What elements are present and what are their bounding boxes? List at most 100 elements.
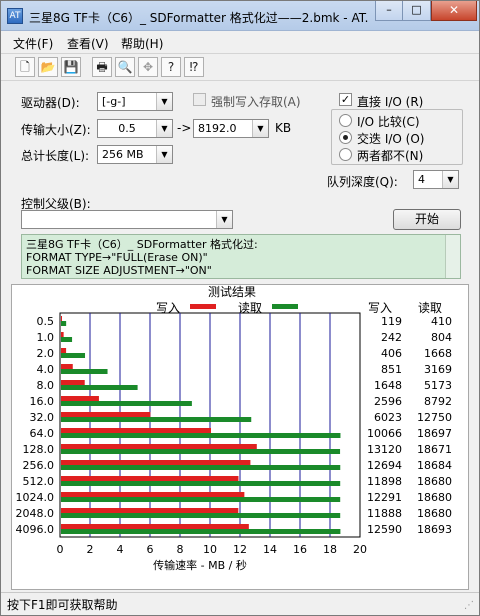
toolbar: 🗋 📂 💾 🖶 🔍 ✥ ? ⁉ bbox=[1, 53, 479, 81]
new-file-icon[interactable]: 🗋 bbox=[15, 57, 35, 77]
read-bar bbox=[61, 497, 341, 502]
category-label: 4.0 bbox=[37, 363, 55, 376]
x-tick-label: 0 bbox=[57, 543, 64, 556]
start-button[interactable]: 开始 bbox=[393, 209, 461, 230]
category-label: 2048.0 bbox=[16, 507, 55, 520]
chevron-down-icon[interactable]: ▼ bbox=[156, 120, 172, 137]
results-panel: 测试结果 写入 读取 写入 读取 0 2 4 6 8 10 12 14 16 18 20 传输速率 - MB /… bbox=[11, 284, 469, 590]
neither-label: 两者都不(N) bbox=[357, 149, 424, 163]
write-bar bbox=[61, 348, 67, 353]
write-bar bbox=[61, 332, 64, 337]
x-tick-label: 10 bbox=[203, 543, 217, 556]
title-bar[interactable]: AT 三星8G TF卡（C6）_ SDFormatter 格式化过——2.bmk… bbox=[1, 1, 479, 31]
category-label: 8.0 bbox=[37, 379, 55, 392]
menu-file[interactable]: 文件(F) bbox=[13, 35, 53, 52]
chevron-down-icon[interactable]: ▼ bbox=[252, 120, 268, 137]
total-length-label: 总计长度(L): bbox=[21, 149, 90, 163]
write-bar bbox=[61, 492, 245, 497]
transfer-from-value: 0.5 bbox=[118, 122, 136, 135]
read-value-label: 804 bbox=[431, 331, 452, 344]
direct-io-label: 直接 I/O (R) bbox=[357, 95, 424, 109]
read-value-label: 18697 bbox=[417, 427, 452, 440]
description-line: FORMAT TYPE→"FULL(Erase ON)" bbox=[26, 251, 208, 264]
col-header-read: 读取 bbox=[418, 301, 442, 315]
read-bar bbox=[61, 465, 341, 470]
description-scrollbar[interactable] bbox=[445, 235, 460, 278]
total-length-value: 256 MB bbox=[102, 148, 144, 161]
x-tick-label: 20 bbox=[353, 543, 367, 556]
io-swap-radio[interactable] bbox=[339, 131, 352, 144]
write-bar bbox=[61, 444, 257, 449]
status-bar: 按下F1即可获取帮助 ⋰ bbox=[1, 592, 479, 614]
queue-depth-label: 队列深度(Q): bbox=[327, 175, 398, 189]
resize-grip-icon[interactable]: ⋰ bbox=[464, 600, 476, 612]
description-box[interactable]: 三星8G TF卡（C6）_ SDFormatter 格式化过: FORMAT T… bbox=[21, 234, 461, 279]
transfer-from-select[interactable]: 0.5 ▼ bbox=[97, 119, 173, 138]
write-value-label: 2596 bbox=[374, 395, 402, 408]
results-chart: 测试结果写入 读取 写入 读取0 2 4 6 8 10 12 14 16 18 20传输速率 - MB /… bbox=[16, 284, 453, 572]
total-length-select[interactable]: 256 MB ▼ bbox=[97, 145, 173, 164]
read-bar bbox=[61, 385, 138, 390]
read-value-label: 18680 bbox=[417, 507, 452, 520]
chevron-down-icon[interactable]: ▼ bbox=[156, 93, 172, 110]
read-bar bbox=[61, 513, 341, 518]
print-preview-icon[interactable]: 🔍 bbox=[115, 57, 135, 77]
app-window: AT 三星8G TF卡（C6）_ SDFormatter 格式化过——2.bmk… bbox=[0, 0, 480, 616]
chart-title: 测试结果 bbox=[208, 285, 256, 299]
open-folder-icon[interactable]: 📂 bbox=[38, 57, 58, 77]
menu-help[interactable]: 帮助(H) bbox=[121, 35, 163, 52]
write-value-label: 406 bbox=[381, 347, 402, 360]
print-icon[interactable]: 🖶 bbox=[92, 57, 112, 77]
maximize-button[interactable]: □ bbox=[403, 1, 431, 21]
queue-depth-select[interactable]: 4 ▼ bbox=[413, 170, 459, 189]
category-label: 128.0 bbox=[23, 443, 55, 456]
x-tick-label: 12 bbox=[233, 543, 247, 556]
neither-radio[interactable] bbox=[339, 148, 352, 161]
category-label: 1.0 bbox=[37, 331, 55, 344]
read-value-label: 3169 bbox=[424, 363, 452, 376]
col-header-write: 写入 bbox=[368, 301, 392, 315]
legend-read-swatch bbox=[272, 304, 298, 309]
description-line: FORMAT SIZE ADJUSTMENT→"ON" bbox=[26, 264, 212, 277]
read-value-label: 18693 bbox=[417, 523, 452, 536]
x-tick-label: 4 bbox=[117, 543, 124, 556]
chevron-down-icon[interactable]: ▼ bbox=[216, 211, 232, 228]
save-icon[interactable]: 💾 bbox=[61, 57, 81, 77]
read-value-label: 8792 bbox=[424, 395, 452, 408]
read-bar bbox=[61, 401, 192, 406]
force-write-checkbox[interactable] bbox=[193, 93, 206, 106]
drive-select[interactable]: [-g-] ▼ bbox=[97, 92, 173, 111]
read-bar bbox=[61, 433, 341, 438]
write-bar bbox=[61, 316, 62, 321]
io-swap-label: 交迭 I/O (O) bbox=[357, 132, 425, 146]
category-label: 16.0 bbox=[30, 395, 55, 408]
chevron-down-icon[interactable]: ▼ bbox=[442, 171, 458, 188]
io-compare-label: I/O 比较(C) bbox=[357, 115, 420, 129]
write-bar bbox=[61, 508, 239, 513]
chevron-down-icon[interactable]: ▼ bbox=[156, 146, 172, 163]
minimize-button[interactable]: – bbox=[375, 1, 403, 21]
write-value-label: 11888 bbox=[367, 507, 402, 520]
direct-io-checkbox[interactable]: ✓ bbox=[339, 93, 352, 106]
x-tick-label: 8 bbox=[177, 543, 184, 556]
menu-view[interactable]: 查看(V) bbox=[67, 35, 109, 52]
read-bar bbox=[61, 337, 73, 342]
transfer-to-select[interactable]: 8192.0 ▼ bbox=[193, 119, 269, 138]
help-icon[interactable]: ? bbox=[161, 57, 181, 77]
move-icon[interactable]: ✥ bbox=[138, 57, 158, 77]
write-bar bbox=[61, 364, 73, 369]
menu-bar: 文件(F) 查看(V) 帮助(H) bbox=[1, 32, 479, 52]
transfer-to-value: 8192.0 bbox=[198, 122, 237, 135]
read-bar bbox=[61, 449, 341, 454]
context-help-icon[interactable]: ⁉ bbox=[184, 57, 204, 77]
category-label: 64.0 bbox=[30, 427, 55, 440]
control-parent-select[interactable]: ▼ bbox=[21, 210, 233, 229]
write-bar bbox=[61, 428, 211, 433]
io-compare-radio[interactable] bbox=[339, 114, 352, 127]
write-value-label: 10066 bbox=[367, 427, 402, 440]
description-line: 三星8G TF卡（C6）_ SDFormatter 格式化过: bbox=[26, 238, 258, 251]
app-icon: AT bbox=[7, 8, 23, 24]
close-button[interactable]: ✕ bbox=[431, 1, 477, 21]
category-label: 256.0 bbox=[23, 459, 55, 472]
read-value-label: 18671 bbox=[417, 443, 452, 456]
